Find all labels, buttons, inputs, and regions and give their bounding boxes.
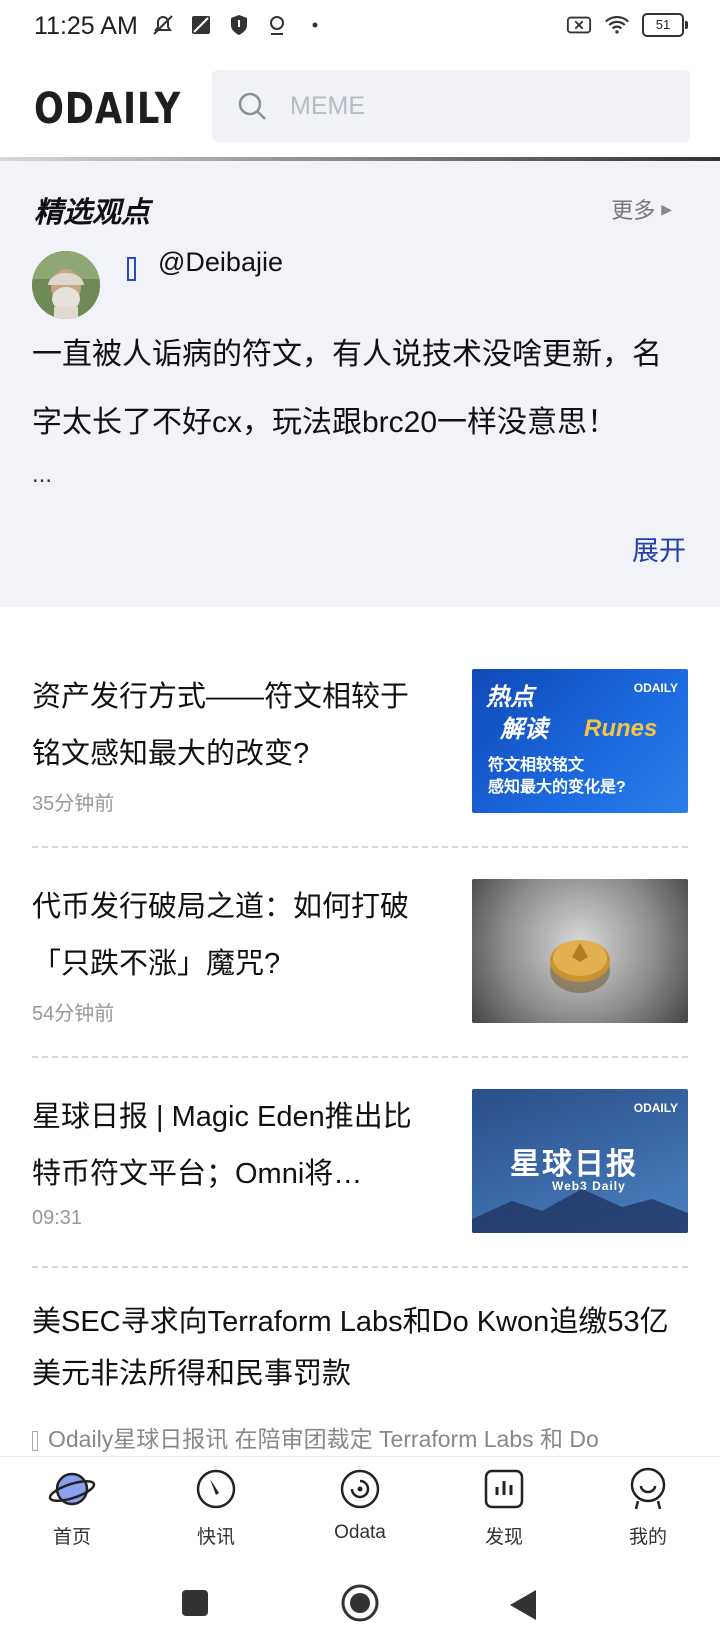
thumb-word: Runes — [584, 715, 658, 742]
article-title: 代币发行破局之道：如何打破「只跌不涨」魔咒? — [32, 891, 410, 980]
mute-notifications-icon — [150, 12, 176, 38]
compass-icon — [196, 1469, 236, 1509]
article-time: 54分钟前 — [32, 1003, 115, 1025]
article-thumbnail — [472, 879, 688, 1023]
news-snippet-text: Odaily星球日报讯 在陪审团裁定 Terraform Labs 和 Do — [48, 1426, 599, 1452]
battery-indicator: 51 — [642, 13, 688, 37]
bottom-navigation: 首页 快讯 Odata 发现 我的 — [0, 1456, 720, 1561]
section-title: 精选观点 — [29, 189, 157, 231]
nav-odata[interactable]: Odata — [305, 1465, 415, 1544]
nav-label: Odata — [334, 1522, 386, 1543]
nav-label: 快讯 — [196, 1527, 235, 1548]
list-divider — [32, 846, 688, 848]
featured-quote[interactable]: 一直被人诟病的符文，有人说技术没啥更新，名字太长了不好cx，玩法跟brc20一样… — [32, 321, 682, 457]
app-header: ODAILY — [0, 54, 720, 160]
system-navigation-bar — [0, 1560, 720, 1650]
status-icons-left — [150, 12, 328, 38]
sim-off-icon — [566, 12, 592, 38]
expand-button[interactable]: 展开 — [632, 529, 686, 568]
news-title[interactable]: 美SEC寻求向Terraform Labs和Do Kwon追缴53亿美元非法所得… — [32, 1296, 692, 1400]
chart-icon — [484, 1469, 524, 1509]
home-button-icon[interactable] — [340, 1583, 380, 1623]
article-item[interactable]: 资产发行方式——符文相较于铭文感知最大的改变? 35分钟前 ODAILY 热点 … — [32, 669, 688, 819]
author-name[interactable]: @Deibajie — [158, 247, 283, 278]
nav-discover[interactable]: 发现 — [449, 1465, 559, 1549]
location-icon — [264, 12, 290, 38]
thumb-sub-2: 感知最大的变化是? — [488, 779, 626, 796]
nav-label: 发现 — [484, 1527, 523, 1548]
article-item[interactable]: 星球日报 | Magic Eden推出比特币符文平台；Omni将… 09:31 … — [32, 1089, 688, 1239]
thumb-brand: ODAILY — [633, 681, 678, 695]
dot-icon — [302, 12, 328, 38]
more-label: 更多 — [611, 198, 656, 223]
snippet-marker-icon — [32, 1430, 38, 1451]
image-off-icon — [188, 12, 214, 38]
odata-icon — [340, 1469, 380, 1509]
recent-apps-icon[interactable] — [180, 1588, 210, 1618]
list-divider — [32, 1266, 688, 1268]
list-divider — [32, 1056, 688, 1058]
coin-image — [550, 940, 610, 993]
shield-icon — [226, 12, 252, 38]
article-item[interactable]: 代币发行破局之道：如何打破「只跌不涨」魔咒? 54分钟前 — [32, 879, 688, 1029]
wifi-icon — [604, 12, 630, 38]
search-input[interactable] — [288, 90, 672, 122]
planet-icon — [48, 1472, 96, 1506]
app-logo: ODAILY — [34, 84, 182, 134]
featured-viewpoint-section: 精选观点 更多 ▶ @Deibajie 一直被人诟病的符文，有人说技术没啥更新，… — [0, 161, 720, 607]
chevron-right-icon: ▶ — [661, 200, 672, 217]
status-time: 11:25 AM — [34, 12, 138, 40]
quote-ellipsis: ... — [32, 461, 53, 488]
article-title: 星球日报 | Magic Eden推出比特币符文平台；Omni将… — [32, 1101, 412, 1190]
article-time: 35分钟前 — [32, 793, 115, 815]
article-title: 资产发行方式——符文相较于铭文感知最大的改变? — [32, 681, 410, 770]
more-link[interactable]: 更多 ▶ — [611, 193, 672, 225]
news-snippet[interactable]: Odaily星球日报讯 在陪审团裁定 Terraform Labs 和 Do — [32, 1420, 692, 1454]
article-thumbnail: ODAILY 星球日报 Web3 Daily — [472, 1089, 688, 1233]
thumb-heading-2: 解读 — [500, 716, 548, 743]
avatar[interactable] — [32, 251, 100, 319]
nav-label: 我的 — [628, 1527, 667, 1548]
author-badge-icon — [127, 257, 136, 281]
search-bar[interactable] — [212, 70, 690, 142]
back-button-icon[interactable] — [508, 1588, 538, 1622]
nav-profile[interactable]: 我的 — [593, 1465, 703, 1549]
nav-home[interactable]: 首页 — [17, 1465, 127, 1549]
article-time: 09:31 — [32, 1207, 83, 1229]
thumb-heading: 热点 — [486, 684, 534, 711]
profile-icon — [630, 1467, 666, 1510]
nav-news-flash[interactable]: 快讯 — [161, 1465, 271, 1549]
thumb-sub-1: 符文相较铭文 — [488, 757, 585, 774]
status-icons-right: 51 — [566, 12, 688, 38]
status-bar: 11:25 AM 51 — [0, 0, 720, 54]
nav-label: 首页 — [52, 1527, 91, 1548]
article-thumbnail: ODAILY 热点 解读 Runes 符文相较铭文 感知最大的变化是? — [472, 669, 688, 813]
search-icon — [238, 92, 266, 120]
mountain-silhouette — [472, 1189, 688, 1233]
